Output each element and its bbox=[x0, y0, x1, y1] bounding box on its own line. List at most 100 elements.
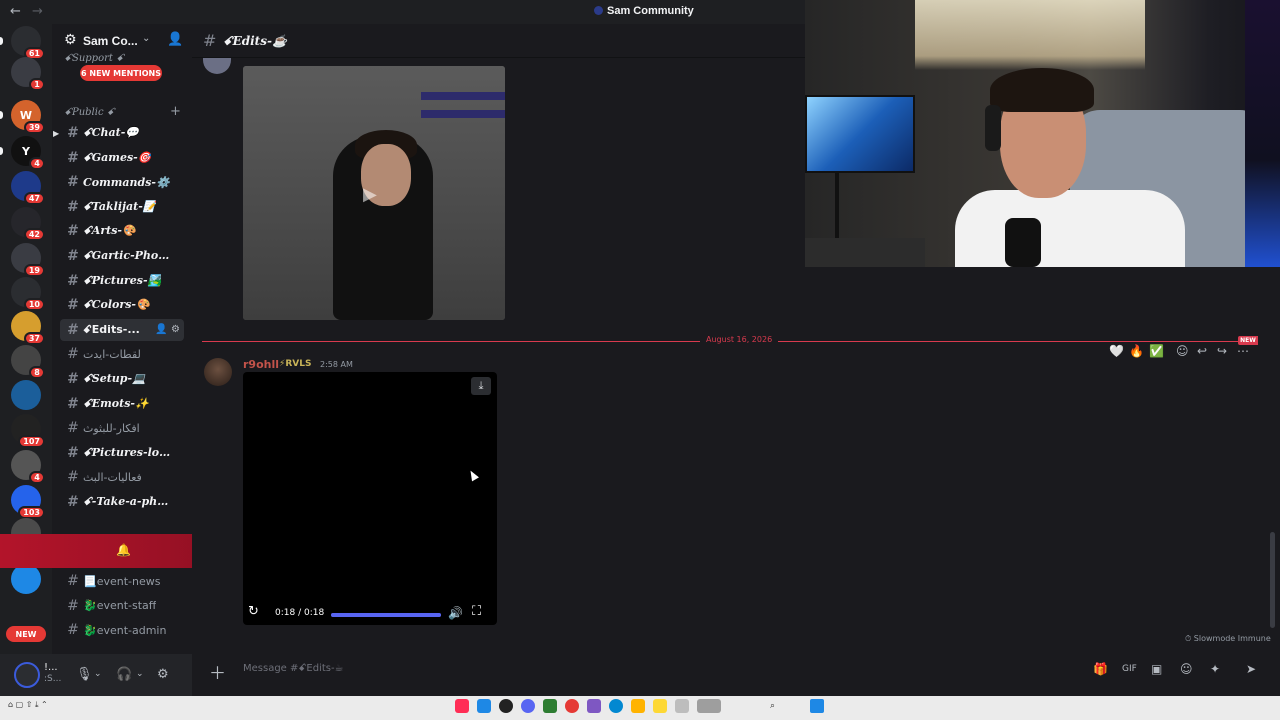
channel-item[interactable]: # ꗃPictures-lona bbox=[60, 442, 184, 464]
edge-icon[interactable] bbox=[609, 699, 623, 713]
download-icon[interactable]: ⤓ bbox=[471, 377, 491, 395]
category-support[interactable]: ꗃSupport ꗃ bbox=[64, 53, 124, 64]
new-mentions-pill[interactable]: 6 NEW MENTIONS bbox=[80, 65, 162, 81]
video-seek-bar[interactable] bbox=[331, 613, 441, 617]
server-icon[interactable]: 42 bbox=[11, 207, 45, 241]
message-author[interactable]: r9ohll bbox=[243, 358, 279, 371]
channel-item[interactable]: # ꗃEdits-... 👤 ⚙ bbox=[60, 318, 184, 341]
send-icon[interactable]: ➤ bbox=[1246, 662, 1256, 676]
server-icon[interactable]: 47 bbox=[11, 171, 45, 205]
server-icon[interactable]: 1 bbox=[11, 57, 45, 91]
microphone-icon[interactable]: 🎙 bbox=[76, 667, 93, 682]
user-settings-gear-icon[interactable]: ⚙ bbox=[157, 667, 169, 682]
avatar[interactable] bbox=[14, 662, 40, 688]
gift-icon[interactable]: 🎁 bbox=[1093, 662, 1108, 676]
mic-options-chevron-icon[interactable]: ⌄ bbox=[94, 669, 102, 679]
chevron-down-icon[interactable]: ⌄ bbox=[142, 33, 150, 44]
channel-hash-icon: # bbox=[67, 272, 79, 289]
channel-item[interactable]: # ꗃPictures-🏞️ bbox=[60, 270, 184, 292]
channel-item[interactable]: # لقطات-ايدت bbox=[60, 343, 184, 365]
server-icon[interactable]: 61 bbox=[11, 26, 45, 60]
server-icon[interactable]: W 39 bbox=[11, 100, 45, 134]
slowmode-status: ⏱ Slowmode Immune bbox=[1185, 634, 1271, 643]
new-servers-pill[interactable]: NEW bbox=[6, 626, 46, 642]
channel-item[interactable]: # Commands-⚙️ bbox=[60, 171, 184, 193]
reply-icon[interactable]: ↩ bbox=[1197, 344, 1207, 358]
attach-plus-icon[interactable]: ＋ bbox=[209, 659, 226, 684]
start-icon[interactable] bbox=[810, 699, 824, 713]
app-icon[interactable] bbox=[587, 699, 601, 713]
search-icon[interactable]: ⌕ bbox=[770, 701, 775, 711]
channel-item[interactable]: # 🐉event-admin bbox=[60, 619, 184, 641]
server-icon[interactable]: 107 bbox=[11, 414, 45, 448]
channel-item[interactable]: # ꗃChat-💬 ▶ bbox=[53, 122, 184, 144]
guild-name[interactable]: Sam Co... bbox=[83, 34, 138, 48]
play-icon[interactable]: ▶ bbox=[363, 184, 377, 205]
channel-item[interactable]: # ꗃArts-🎨 bbox=[60, 220, 184, 242]
guild-tag[interactable]: ⚡RVLS bbox=[279, 359, 311, 369]
folder-icon[interactable] bbox=[653, 699, 667, 713]
channel-item[interactable]: # افكار-للبثوث bbox=[60, 417, 184, 439]
channel-item[interactable]: # ꗃGartic-Phon... bbox=[60, 245, 184, 267]
author-avatar[interactable] bbox=[204, 358, 232, 386]
add-user-icon[interactable]: 👤 bbox=[167, 32, 183, 47]
server-icon[interactable]: 37 bbox=[11, 311, 45, 345]
tiktok-icon[interactable] bbox=[455, 699, 469, 713]
channel-item[interactable]: # فعاليات-البث bbox=[60, 466, 184, 488]
channel-item[interactable]: # ꗃSetup-💻 bbox=[60, 368, 184, 390]
forward-arrow-icon[interactable]: → bbox=[32, 4, 43, 19]
volume-icon[interactable]: 🔊 bbox=[448, 606, 463, 620]
system-tray-icons[interactable]: ⌂ ▢ ⇧ ⤓ ⌃ bbox=[8, 700, 48, 710]
channel-item[interactable]: # ꗃTaklijat-📝 bbox=[60, 196, 184, 218]
gif-icon[interactable]: GIF bbox=[1122, 664, 1137, 674]
video-player[interactable]: ⤓ ↻ 0:18 / 0:18 🔊 ⛶ bbox=[243, 372, 497, 625]
more-icon[interactable]: ⋯ bbox=[1237, 344, 1249, 358]
app-icon[interactable] bbox=[477, 699, 491, 713]
back-arrow-icon[interactable]: ← bbox=[10, 4, 21, 19]
server-icon[interactable]: 10 bbox=[11, 277, 45, 311]
forward-icon[interactable]: ↪ bbox=[1217, 344, 1227, 358]
channel-item[interactable]: # ꗃEmots-✨ bbox=[60, 393, 184, 415]
audio-options-chevron-icon[interactable]: ⌄ bbox=[136, 669, 144, 679]
server-icon[interactable]: 103 bbox=[11, 485, 45, 519]
server-icon[interactable]: 4 bbox=[11, 450, 45, 484]
server-icon[interactable]: Y4 bbox=[11, 136, 45, 170]
server-icon[interactable]: 19 bbox=[11, 243, 45, 277]
slowmode-text: Slowmode Immune bbox=[1193, 634, 1271, 643]
category-public[interactable]: ꗃPublic ꗃ bbox=[64, 107, 115, 118]
obs-icon[interactable] bbox=[499, 699, 513, 713]
video-thumbnail[interactable]: ▶ bbox=[243, 66, 505, 320]
channel-item[interactable]: # ꗃGames-🎯 bbox=[60, 147, 184, 169]
channel-item[interactable]: # ꗃ-Take-a-pho... bbox=[60, 491, 184, 513]
headphones-icon[interactable]: 🎧 bbox=[116, 667, 132, 682]
fullscreen-icon[interactable]: ⛶ bbox=[472, 604, 481, 619]
emoji-icon[interactable]: ☺ bbox=[1180, 662, 1193, 676]
unread-pip bbox=[0, 37, 3, 45]
server-icon[interactable]: 8 bbox=[11, 345, 45, 379]
white-heart-icon[interactable]: 🤍 bbox=[1109, 344, 1124, 358]
channel-settings-icon[interactable]: 👤 ⚙ bbox=[155, 324, 180, 335]
check-mark-icon[interactable]: ✅ bbox=[1149, 344, 1164, 358]
server-icon[interactable] bbox=[11, 564, 41, 594]
add-reaction-icon[interactable]: ☺ bbox=[1176, 344, 1189, 358]
channel-item[interactable]: # 🐉event-staff bbox=[60, 595, 184, 617]
sticker-icon[interactable]: ▣ bbox=[1151, 662, 1162, 676]
discord-icon[interactable] bbox=[521, 699, 535, 713]
server-settings-icon[interactable]: ⚙ bbox=[64, 32, 77, 48]
fire-icon[interactable]: 🔥 bbox=[1129, 344, 1144, 358]
app-icon[interactable] bbox=[543, 699, 557, 713]
replay-icon[interactable]: ↻ bbox=[248, 604, 259, 619]
previous-avatar[interactable] bbox=[203, 58, 231, 74]
message-input[interactable]: Message #ꗃEdits-☕ bbox=[243, 663, 344, 674]
store-icon[interactable] bbox=[631, 699, 645, 713]
app-icon[interactable] bbox=[697, 699, 721, 713]
chrome-icon[interactable] bbox=[565, 699, 579, 713]
scrollbar[interactable] bbox=[1270, 532, 1275, 628]
create-channel-icon[interactable]: + bbox=[170, 104, 181, 119]
channel-item[interactable]: # ꗃColors-🎨 bbox=[60, 294, 184, 316]
channel-item[interactable]: # 📃event-news bbox=[60, 570, 184, 592]
app-icon[interactable] bbox=[675, 699, 689, 713]
apps-icon[interactable]: ✦ bbox=[1210, 662, 1220, 676]
expand-arrow-icon[interactable]: ▶ bbox=[53, 129, 59, 138]
server-icon[interactable] bbox=[11, 380, 41, 410]
